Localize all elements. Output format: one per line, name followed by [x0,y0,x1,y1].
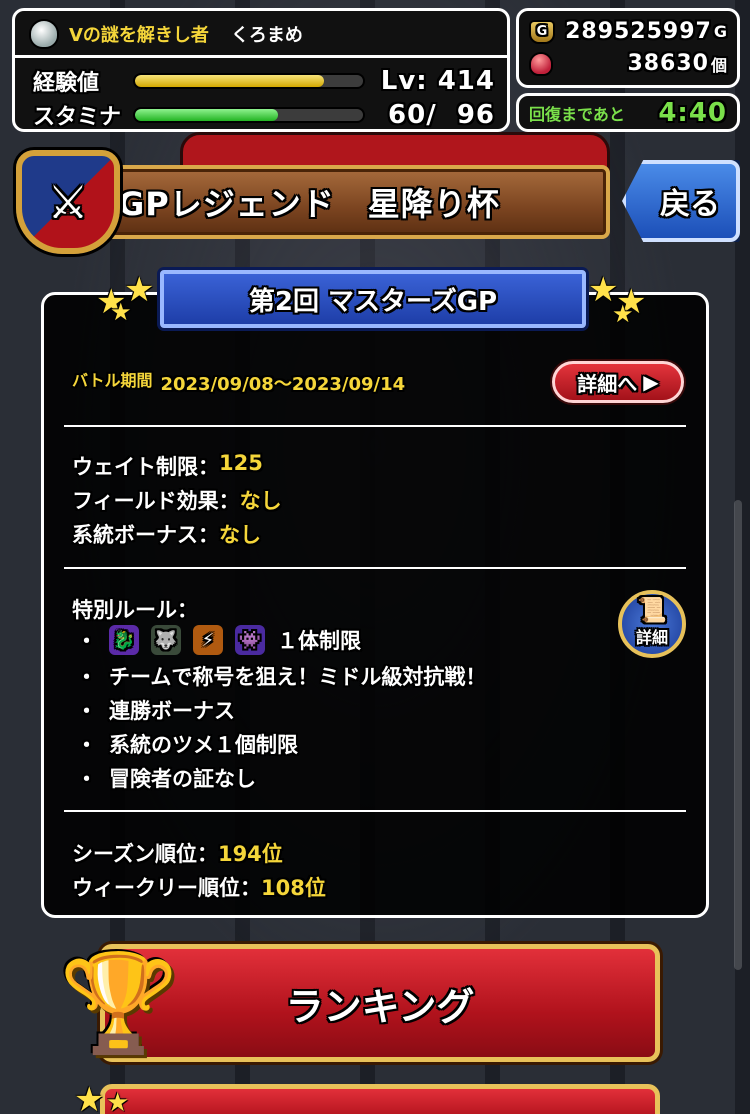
stamina-label: スタミナ [33,105,122,130]
trophy-icon: 🏆 [59,946,179,1059]
scrollbar[interactable] [734,500,742,970]
next-menu-button[interactable] [100,1084,660,1114]
player-status-panel: Vの謎を解きし者 くろまめ 経験値 Lv: 414 スタミナ 60/ 96 [12,8,510,132]
field-effect-value: なし [239,489,282,513]
rule-item-text: チームで称号を狙え！ミドル級対抗戦！ [109,665,487,689]
bullet: ・ [76,665,97,689]
rules-detail-label: 詳細 [635,628,668,647]
lineage-bonus: 系統ボーナス： なし [72,519,261,549]
ranking-button[interactable]: ランキング [100,944,660,1062]
gem-icon [529,51,553,76]
orange-slash-icon: ⚡ [193,625,223,655]
season-rank: シーズン順位： 194位 [72,838,283,868]
player-name: くろまめ [230,25,303,46]
level-value: Lv: 414 [380,66,495,96]
player-title-row: Vの謎を解きし者 くろまめ [29,19,303,49]
event-info-panel: バトル期間 2023/09/08～2023/09/14 詳細へ ▶ ウェイト制限… [41,292,709,918]
bullet: ・ [76,767,97,791]
exp-bar [133,73,365,89]
rule-item-text: 連勝ボーナス [109,699,235,723]
rule-item-text: 冒険者の証なし [109,767,256,791]
lineage-bonus-label: 系統ボーナス： [72,523,219,547]
battle-period-label: バトル期間 [72,371,153,390]
list-item: ・ 系統のツメ１個制限 [76,729,298,759]
battle-period: バトル期間 2023/09/08～2023/09/14 [72,370,405,396]
weight-limit-value: 125 [219,451,263,475]
stamina-row: スタミナ 60/ 96 [33,99,495,131]
bullet: ・ [76,629,97,653]
list-item: ・ 冒険者の証なし [76,763,256,793]
exp-label: 経験値 [33,71,100,96]
shield-emblem-icon: ⚔ [16,150,120,254]
star-icon: ★ [612,300,634,328]
list-item: ・ 連勝ボーナス [76,695,235,725]
stamina-value: 60/ 96 [388,100,495,130]
back-button[interactable]: 戻る [622,160,740,242]
star-icon: ★ [74,1080,105,1114]
weight-limit-label: ウェイト制限： [72,455,219,479]
event-ribbon-title: 第2回 マスターズGP [160,270,586,328]
limit-text: １体制限 [277,629,361,653]
stamina-bar-fill [135,109,278,121]
gold-amount: 289525997 [565,19,712,44]
rules-detail-button[interactable]: 📜 詳細 [618,590,686,658]
slime-avatar-icon [29,19,59,49]
gem-row: 38630 個 [529,51,727,76]
weekly-rank: ウィークリー順位： 108位 [72,872,326,902]
event-detail-button[interactable]: 詳細へ ▶ [552,361,684,403]
currency-panel: G 289525997 G 38630 個 [516,8,740,88]
stamina-bar [133,107,365,123]
gem-unit: 個 [710,55,727,75]
weight-limit: ウェイト制限： 125 [72,451,263,481]
lineage-bonus-value: なし [219,523,261,547]
white-beast-icon: 🐺 [151,625,181,655]
field-effect-label: フィールド効果： [72,489,240,513]
recovery-timer-panel: 回復まであと 4:40 [516,93,740,132]
star-icon: ★ [106,1088,130,1114]
rule-item-text: 系統のツメ１個制限 [109,733,298,757]
section-divider [64,425,686,427]
page-header: GPレジェンド 星降り杯 [90,165,610,239]
weekly-rank-label: ウィークリー順位： [72,876,261,900]
bullet: ・ [76,733,97,757]
event-detail-label: 詳細へ [577,371,638,396]
gold-unit: G [713,22,727,41]
battle-period-value: 2023/09/08～2023/09/14 [160,374,406,395]
section-divider [64,567,686,569]
season-rank-value: 194位 [217,842,283,866]
purple-dragon-icon: 🐉 [109,625,139,655]
special-rules-heading: 特別ルール： [72,598,198,622]
purple-demon-icon: 👾 [235,625,265,655]
field-effect: フィールド効果： なし [72,485,282,515]
exp-bar-fill [135,75,325,87]
section-divider [64,810,686,812]
recovery-label: 回復まであと [529,104,625,124]
star-icon: ★ [110,298,132,326]
player-title: Vの謎を解きし者 [69,25,209,46]
exp-row: 経験値 Lv: 414 [33,65,495,97]
list-item: ・ チームで称号を狙え！ミドル級対抗戦！ [76,661,486,691]
season-rank-label: シーズン順位： [72,842,218,866]
scroll-icon: 📜 [637,596,667,624]
play-arrow-icon: ▶ [643,370,659,394]
bullet: ・ [76,699,97,723]
list-item: ・ 🐉 🐺 ⚡ 👾 １体制限 [76,625,361,655]
page-title: GPレジェンド 星降り杯 [118,185,500,223]
status-divider [15,55,507,58]
gold-bag-icon: G [529,19,555,44]
recovery-time: 4:40 [658,97,727,128]
weekly-rank-value: 108位 [261,876,326,900]
gem-amount: 38630 [627,51,709,76]
gold-row: G 289525997 G [529,19,727,44]
